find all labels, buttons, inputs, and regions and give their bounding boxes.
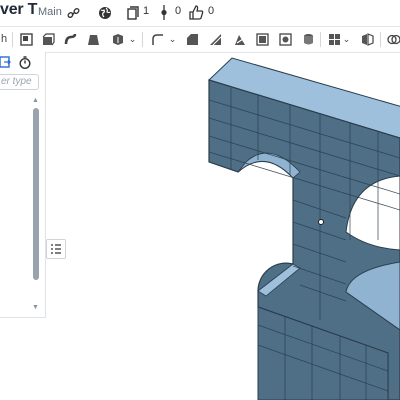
globe-icon[interactable] [98,6,112,20]
versions-icon[interactable] [127,6,139,20]
draft-icon[interactable] [232,32,246,46]
toolbar-separator [12,32,13,47]
chevron-down-icon[interactable]: ⌄ [342,32,351,46]
link-icon[interactable] [66,6,80,20]
loft-icon[interactable] [86,32,100,46]
toolbar-separator [380,32,381,47]
sketch-icon[interactable] [19,32,33,46]
hole-icon[interactable] [278,32,292,46]
scroll-up-icon[interactable]: ▲ [32,97,39,104]
chevron-down-icon[interactable]: ⌄ [168,32,177,46]
sketch-list-icon[interactable] [0,56,12,69]
filter-input[interactable]: er type [0,74,39,90]
shell-icon[interactable] [208,32,222,46]
cylinder-icon[interactable] [301,32,315,46]
scrollbar[interactable] [33,108,39,303]
extrude-icon[interactable] [41,32,55,46]
document-title[interactable]: ver T [0,1,37,19]
pattern-icon[interactable] [255,32,269,46]
scroll-down-icon[interactable]: ▼ [32,304,39,311]
origin-marker[interactable] [318,219,324,225]
toolbar-separator [142,32,143,47]
mate-icon[interactable] [327,32,341,46]
document-bar: ver T Main 1 0 0 [0,0,400,26]
thumbs-up-icon[interactable] [189,5,204,20]
feature-panel: er type ▲ ▼ [0,52,46,318]
fillet-icon[interactable] [150,32,164,46]
chevron-down-icon[interactable]: ⌄ [128,32,137,46]
revolve-icon[interactable] [110,32,124,46]
tool-h-icon[interactable]: h [0,32,8,46]
graphics-viewport[interactable] [46,52,400,400]
scrollbar-thumb[interactable] [33,108,39,280]
branches-count: 0 [175,5,182,17]
feature-toolbar: h ⌄ ⌄ ⌄ [0,26,400,53]
likes-count: 0 [208,5,215,17]
chamfer-icon[interactable] [185,32,199,46]
timer-icon[interactable] [19,56,31,70]
branch-icon[interactable] [160,5,168,20]
plane-icon[interactable] [360,32,374,46]
outline-list-icon[interactable] [46,239,66,259]
branch-label[interactable]: Main [38,6,62,18]
toolbar-separator [320,32,321,47]
boolean-icon[interactable] [386,32,400,46]
versions-count: 1 [143,5,150,17]
sweep-icon[interactable] [63,32,77,46]
t-shaped-part[interactable] [208,57,400,400]
